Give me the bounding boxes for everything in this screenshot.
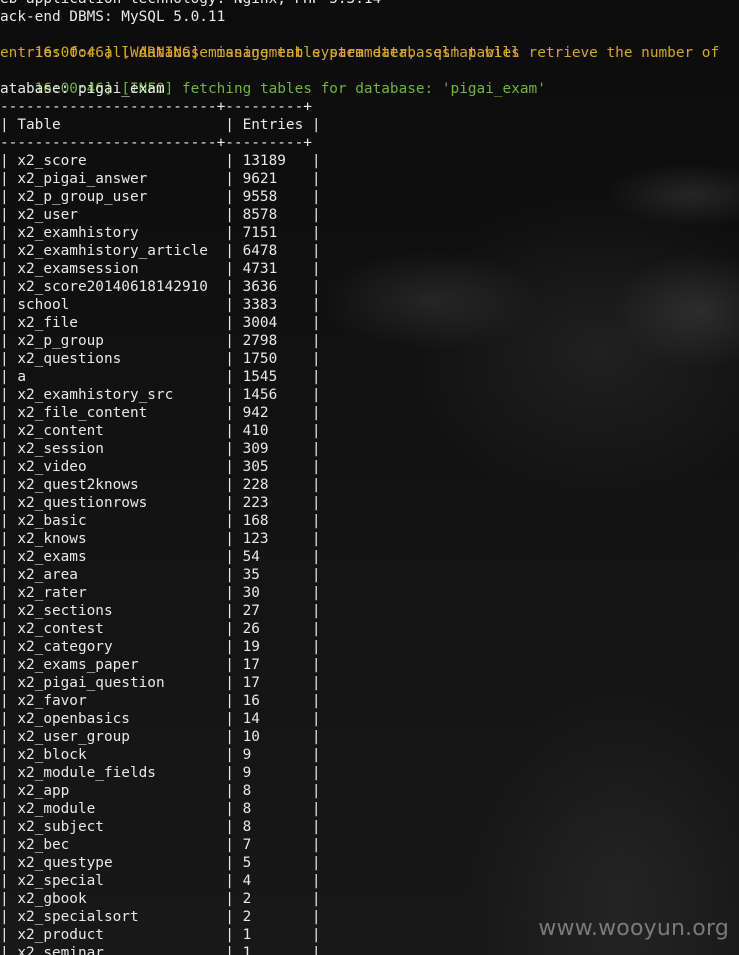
table-row: | x2_examhistory | 7151 | [0, 225, 321, 241]
table-border-mid: -------------------------+---------+ [0, 135, 312, 151]
table-row: | x2_content | 410 | [0, 423, 321, 439]
watermark: www.wooyun.org [538, 916, 729, 941]
table-row: | x2_examsession | 4731 | [0, 261, 321, 277]
table-row: | x2_category | 19 | [0, 639, 321, 655]
table-row: | x2_questionrows | 223 | [0, 495, 321, 511]
table-row: | x2_bec | 7 | [0, 837, 321, 853]
table-row: | x2_questype | 5 | [0, 855, 321, 871]
table-border-top: -------------------------+---------+ [0, 99, 312, 115]
table-row: | x2_pigai_answer | 9621 | [0, 171, 321, 187]
terminal-window[interactable]: eb application technology: Nginx, PHP 5.… [0, 0, 739, 955]
table-row: | x2_pigai_question | 17 | [0, 675, 321, 691]
table-row: | x2_knows | 123 | [0, 531, 321, 547]
table-row: | x2_specialsort | 2 | [0, 909, 321, 925]
table-row: | x2_session | 309 | [0, 441, 321, 457]
table-row: | x2_file | 3004 | [0, 315, 321, 331]
info-message: fetching tables for database: 'pigai_exa… [181, 81, 546, 97]
table-row: | x2_exams | 54 | [0, 549, 321, 565]
database-line: atabase: pigai_exam [0, 81, 165, 97]
table-row: | x2_module_fields | 9 | [0, 765, 321, 781]
table-row: | x2_favor | 16 | [0, 693, 321, 709]
table-row: | x2_score20140618142910 | 3636 | [0, 279, 321, 295]
table-row: | x2_rater | 30 | [0, 585, 321, 601]
table-row: | x2_subject | 8 | [0, 819, 321, 835]
table-row: | x2_score | 13189 | [0, 153, 321, 169]
table-row: | x2_file_content | 942 | [0, 405, 321, 421]
table-row: | a | 1545 | [0, 369, 321, 385]
table-row: | school | 3383 | [0, 297, 321, 313]
table-row: | x2_user_group | 10 | [0, 729, 321, 745]
table-row: | x2_gbook | 2 | [0, 891, 321, 907]
table-row: | x2_examhistory_article | 6478 | [0, 243, 321, 259]
info-line: 16:00:46] [INFO] fetching tables for dat… [0, 62, 546, 97]
table-row: | x2_area | 35 | [0, 567, 321, 583]
table-row: | x2_basic | 168 | [0, 513, 321, 529]
table-row: | x2_video | 305 | [0, 459, 321, 475]
table-row: | x2_block | 9 | [0, 747, 321, 763]
table-row: | x2_user | 8578 | [0, 207, 321, 223]
table-row: | x2_contest | 26 | [0, 621, 321, 637]
table-row: | x2_openbasics | 14 | [0, 711, 321, 727]
warning-line: 16:00:46] [WARNING] missing table parame… [0, 26, 719, 61]
table-row: | x2_module | 8 | [0, 801, 321, 817]
table-header-row: | Table | Entries | [0, 117, 321, 133]
table-row: | x2_app | 8 | [0, 783, 321, 799]
dbms-line: ack-end DBMS: MySQL 5.0.11 [0, 9, 226, 25]
table-row: | x2_special | 4 | [0, 873, 321, 889]
table-row: | x2_p_group | 2798 | [0, 333, 321, 349]
table-row: | x2_seminar | 1 | [0, 945, 321, 955]
warning-message-continued: entries for all database management syst… [0, 45, 520, 61]
table-row: | x2_p_group_user | 9558 | [0, 189, 321, 205]
table-row: | x2_product | 1 | [0, 927, 321, 943]
table-row: | x2_examhistory_src | 1456 | [0, 387, 321, 403]
table-row: | x2_quest2knows | 228 | [0, 477, 321, 493]
table-row: | x2_questions | 1750 | [0, 351, 321, 367]
web-tech-line: eb application technology: Nginx, PHP 5.… [0, 0, 381, 8]
table-row: | x2_sections | 27 | [0, 603, 321, 619]
table-row: | x2_exams_paper | 17 | [0, 657, 321, 673]
